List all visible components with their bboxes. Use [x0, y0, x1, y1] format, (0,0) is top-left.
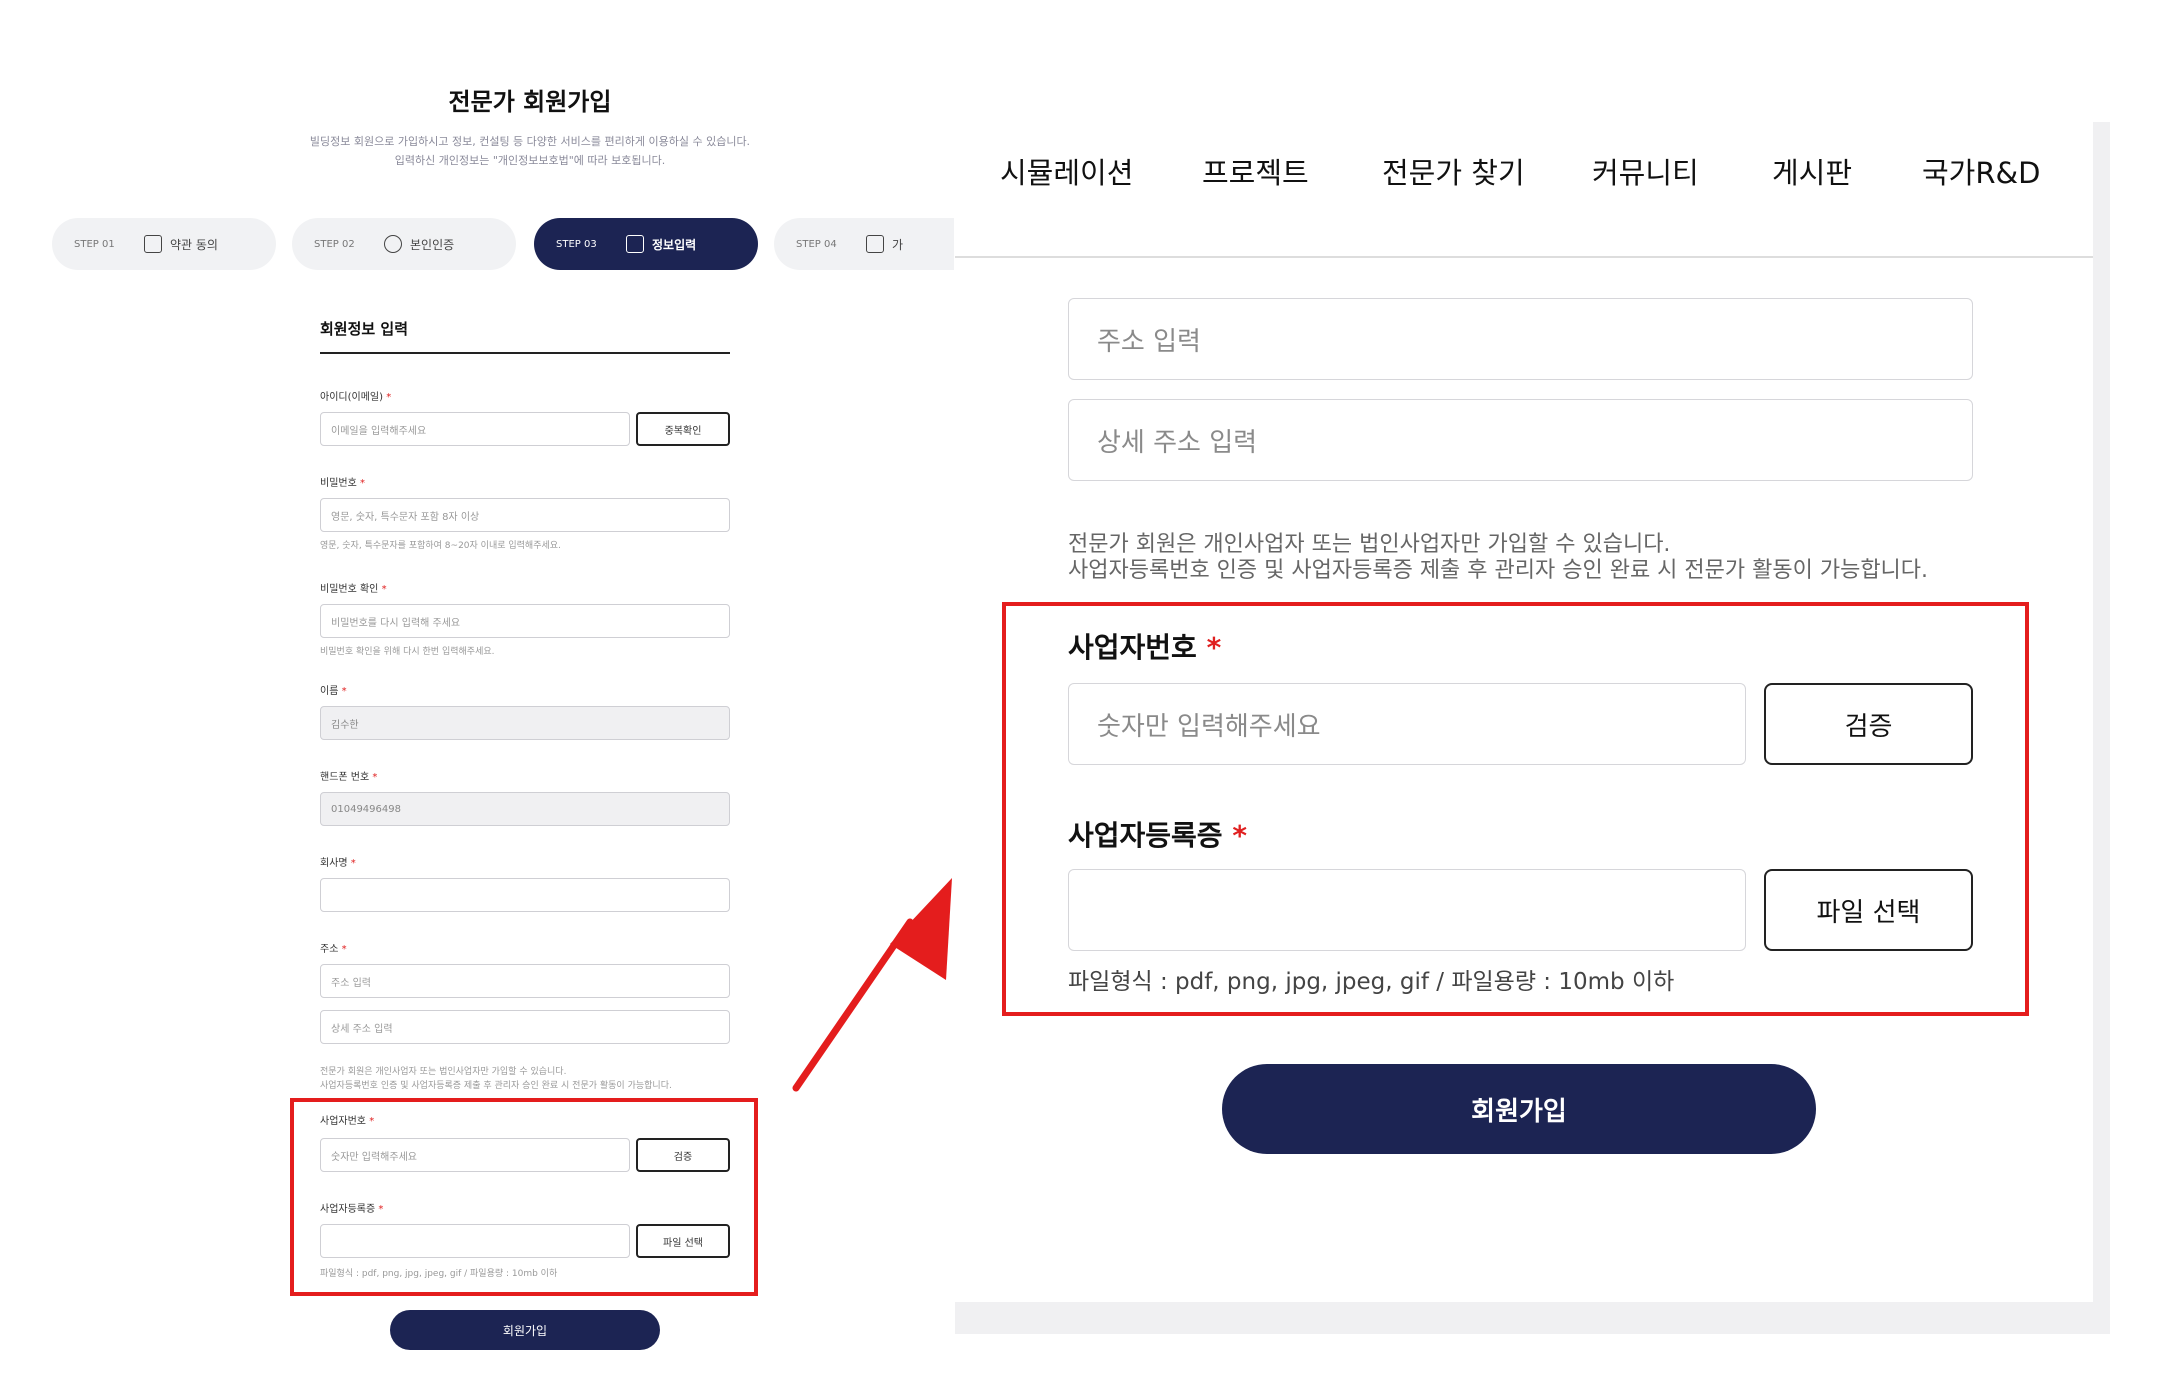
id-label: 아이디(이메일) * — [320, 392, 392, 403]
arrow-icon — [792, 878, 952, 1092]
password-confirm-hint: 비밀번호 확인을 위해 다시 한번 입력해주세요. — [320, 647, 495, 657]
step-label: 정보입력 — [652, 237, 697, 252]
document-icon — [144, 235, 162, 253]
nav-find-expert[interactable]: 전문가 찾기 — [1382, 150, 1525, 192]
company-input[interactable] — [320, 878, 730, 912]
password-label: 비밀번호 * — [320, 478, 365, 489]
step-3-info[interactable]: STEP 03 정보입력 — [534, 218, 758, 270]
password-confirm-label: 비밀번호 확인 * — [320, 584, 387, 595]
password-confirm-input[interactable]: 비밀번호를 다시 입력해 주세요 — [320, 604, 730, 638]
highlight-box-zoom — [1002, 602, 2029, 1016]
expert-notice-zoom-line-2: 사업자등록번호 인증 및 사업자등록증 제출 후 관리자 승인 완료 시 전문가… — [1068, 558, 1929, 583]
address-input-zoom[interactable]: 주소 입력 — [1068, 298, 1973, 380]
signup-submit-button[interactable]: 회원가입 — [390, 1310, 660, 1350]
name-input: 김수한 — [320, 706, 730, 740]
step-1-terms[interactable]: STEP 01 약관 동의 — [52, 218, 276, 270]
duplicate-check-button[interactable]: 중복확인 — [636, 412, 730, 446]
page-description-line-2: 입력하신 개인정보는 "개인정보보호법"에 따라 보호됩니다. — [394, 154, 666, 167]
form-heading: 회원정보 입력 — [320, 320, 409, 338]
expert-notice-line-2: 사업자등록번호 인증 및 사업자등록증 제출 후 관리자 승인 완료 시 전문가… — [320, 1081, 672, 1091]
form-edit-icon — [626, 235, 644, 253]
password-input[interactable]: 영문, 숫자, 특수문자 포함 8자 이상 — [320, 498, 730, 532]
highlight-box-small — [290, 1098, 758, 1296]
expert-notice-line-1: 전문가 회원은 개인사업자 또는 법인사업자만 가입할 수 있습니다. — [320, 1067, 567, 1077]
step-4-complete[interactable]: STEP 04 가 — [774, 218, 954, 270]
address-input[interactable]: 주소 입력 — [320, 964, 730, 998]
address-detail-input-zoom[interactable]: 상세 주소 입력 — [1068, 399, 1973, 481]
id-card-icon — [384, 235, 402, 253]
phone-label: 핸드폰 번호 * — [320, 772, 378, 783]
step-2-verify[interactable]: STEP 02 본인인증 — [292, 218, 516, 270]
step-number: STEP 03 — [556, 238, 597, 250]
nav-board[interactable]: 게시판 — [1772, 150, 1852, 192]
address-label: 주소 * — [320, 944, 347, 955]
page-title: 전문가 회원가입 — [448, 88, 612, 116]
step-label: 본인인증 — [410, 237, 455, 252]
nav-project[interactable]: 프로젝트 — [1202, 150, 1309, 192]
company-label: 회사명 * — [320, 858, 356, 869]
nav-divider — [955, 256, 2093, 258]
address-detail-input[interactable]: 상세 주소 입력 — [320, 1010, 730, 1044]
nav-national-rnd[interactable]: 국가R&D — [1922, 150, 2040, 192]
nav-simulation[interactable]: 시뮬레이션 — [1000, 150, 1133, 192]
page-description-line-1: 빌딩정보 회원으로 가입하시고 정보, 컨설팅 등 다양한 서비스를 편리하게 … — [309, 135, 751, 148]
name-label: 이름 * — [320, 686, 347, 697]
nav-community[interactable]: 커뮤니티 — [1592, 150, 1699, 192]
form-heading-divider — [320, 352, 730, 354]
password-hint: 영문, 숫자, 특수문자를 포함하여 8~20자 이내로 입력해주세요. — [320, 541, 561, 551]
clipboard-icon — [866, 235, 884, 253]
step-number: STEP 02 — [314, 238, 355, 250]
phone-input: 01049496498 — [320, 792, 730, 826]
step-number: STEP 01 — [74, 238, 115, 250]
signup-submit-button-zoom[interactable]: 회원가입 — [1222, 1064, 1816, 1154]
step-label: 약관 동의 — [170, 237, 218, 252]
step-number: STEP 04 — [796, 238, 837, 250]
id-input[interactable]: 이메일을 입력해주세요 — [320, 412, 630, 446]
step-label: 가 — [892, 237, 904, 252]
